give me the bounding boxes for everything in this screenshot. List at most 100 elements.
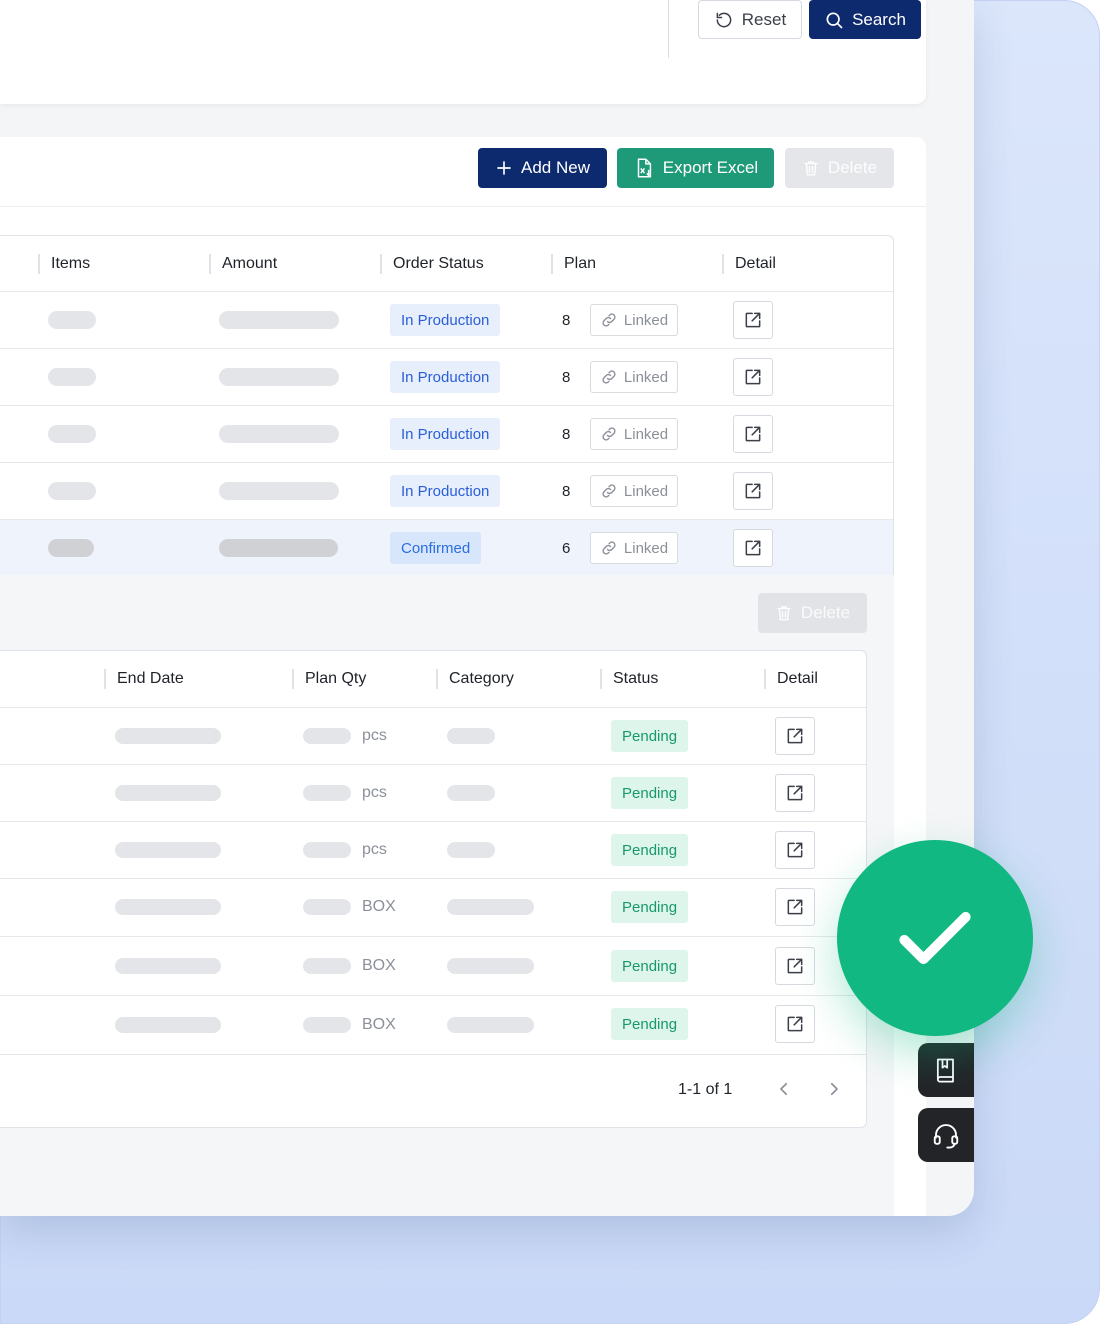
linked-label: Linked [623, 482, 669, 500]
items-placeholder [48, 368, 96, 386]
column-header-end-date: End Date [117, 670, 184, 687]
detail-button[interactable] [775, 831, 815, 869]
plan-count: 6 [562, 540, 571, 557]
detail-button[interactable] [733, 472, 773, 510]
external-link-icon [745, 312, 761, 328]
plan-table: End Date Plan Qty Category Status Detail… [0, 650, 867, 1128]
plan-count: 8 [562, 426, 571, 443]
add-new-button[interactable]: Add New [478, 148, 607, 188]
column-separator [38, 254, 40, 274]
table-row[interactable]: BOX Pending [0, 995, 866, 1055]
next-page-button[interactable] [823, 1078, 845, 1100]
column-header-plan-qty: Plan Qty [305, 670, 367, 687]
order-status-badge: In Production [390, 418, 501, 450]
end-date-placeholder [115, 728, 221, 744]
pagination-range: 1-1 of 1 [678, 1081, 733, 1098]
column-header-amount: Amount [222, 255, 278, 272]
column-separator [104, 669, 106, 689]
external-link-icon [787, 785, 803, 801]
search-icon [826, 12, 843, 28]
plan-qty-placeholder [303, 728, 351, 744]
filter-divider [668, 0, 669, 58]
headset-icon [933, 1124, 959, 1149]
table-row-selected[interactable]: Confirmed 6 Linked [0, 519, 893, 575]
previous-page-button[interactable] [773, 1078, 795, 1100]
detail-button[interactable] [775, 1005, 815, 1043]
link-icon [602, 370, 616, 384]
detail-button[interactable] [775, 774, 815, 812]
table-row[interactable]: BOX Pending [0, 878, 866, 936]
link-icon [602, 541, 616, 555]
table-row[interactable]: pcs Pending [0, 821, 866, 878]
qty-unit: pcs [362, 727, 387, 744]
table-row[interactable]: In Production 8 Linked [0, 291, 893, 348]
trash-icon [777, 606, 791, 621]
detail-button[interactable] [733, 358, 773, 396]
column-header-detail: Detail [777, 670, 818, 687]
app-window: Reset Search Add New Export Excel Delete… [0, 0, 974, 1216]
table-row[interactable]: In Production 8 Linked [0, 462, 893, 519]
plan-delete-button[interactable]: Delete [758, 593, 867, 633]
detail-button[interactable] [775, 888, 815, 926]
link-icon [602, 427, 616, 441]
detail-button[interactable] [733, 415, 773, 453]
detail-button[interactable] [775, 947, 815, 985]
detail-button[interactable] [733, 301, 773, 339]
book-icon [936, 1058, 954, 1083]
plan-qty-placeholder [303, 899, 351, 915]
order-status-badge: In Production [390, 475, 501, 507]
chevron-right-icon [830, 1082, 838, 1096]
search-label: Search [852, 9, 906, 29]
column-separator [764, 669, 766, 689]
reset-label: Reset [741, 9, 787, 29]
column-header-order-status: Order Status [393, 255, 484, 272]
category-placeholder [447, 1017, 534, 1033]
support-button[interactable] [918, 1108, 974, 1162]
linked-button[interactable]: Linked [590, 361, 678, 393]
table-row[interactable]: pcs Pending [0, 764, 866, 821]
trash-icon [804, 161, 818, 176]
toolbar-divider [0, 206, 926, 207]
qty-unit: BOX [362, 1016, 396, 1033]
table-row[interactable]: In Production 8 Linked [0, 405, 893, 462]
table-row[interactable]: pcs Pending [0, 707, 866, 764]
external-link-icon [787, 899, 803, 915]
amount-placeholder [219, 311, 339, 329]
end-date-placeholder [115, 899, 221, 915]
table-row[interactable]: BOX Pending [0, 936, 866, 995]
column-separator [722, 254, 724, 274]
external-link-icon [745, 426, 761, 442]
column-header-detail: Detail [735, 255, 776, 272]
export-excel-button[interactable]: Export Excel [617, 148, 774, 188]
delete-label: Delete [827, 158, 878, 177]
column-separator [551, 254, 553, 274]
external-link-icon [787, 1016, 803, 1032]
manual-button[interactable] [918, 1043, 974, 1097]
category-placeholder [447, 785, 495, 801]
search-button[interactable]: Search [809, 0, 921, 39]
items-placeholder [48, 425, 96, 443]
linked-button[interactable]: Linked [590, 418, 678, 450]
column-header-plan: Plan [564, 255, 597, 272]
order-status-badge: In Production [390, 361, 501, 393]
plan-count: 8 [562, 312, 571, 329]
end-date-placeholder [115, 1017, 221, 1033]
reset-button[interactable]: Reset [698, 0, 802, 39]
linked-label: Linked [623, 425, 669, 443]
status-badge: Pending [611, 891, 689, 923]
column-separator [436, 669, 438, 689]
linked-button[interactable]: Linked [590, 304, 678, 336]
detail-button[interactable] [775, 717, 815, 755]
column-separator [209, 254, 211, 274]
table-row[interactable]: In Production 8 Linked [0, 348, 893, 405]
linked-button[interactable]: Linked [590, 532, 678, 564]
linked-button[interactable]: Linked [590, 475, 678, 507]
plan-count: 8 [562, 483, 571, 500]
linked-label: Linked [623, 311, 669, 329]
amount-placeholder [219, 368, 339, 386]
status-badge: Pending [611, 1008, 689, 1040]
qty-unit: pcs [362, 784, 387, 801]
plan-qty-placeholder [303, 842, 351, 858]
delete-button[interactable]: Delete [785, 148, 894, 188]
detail-button[interactable] [733, 529, 773, 567]
